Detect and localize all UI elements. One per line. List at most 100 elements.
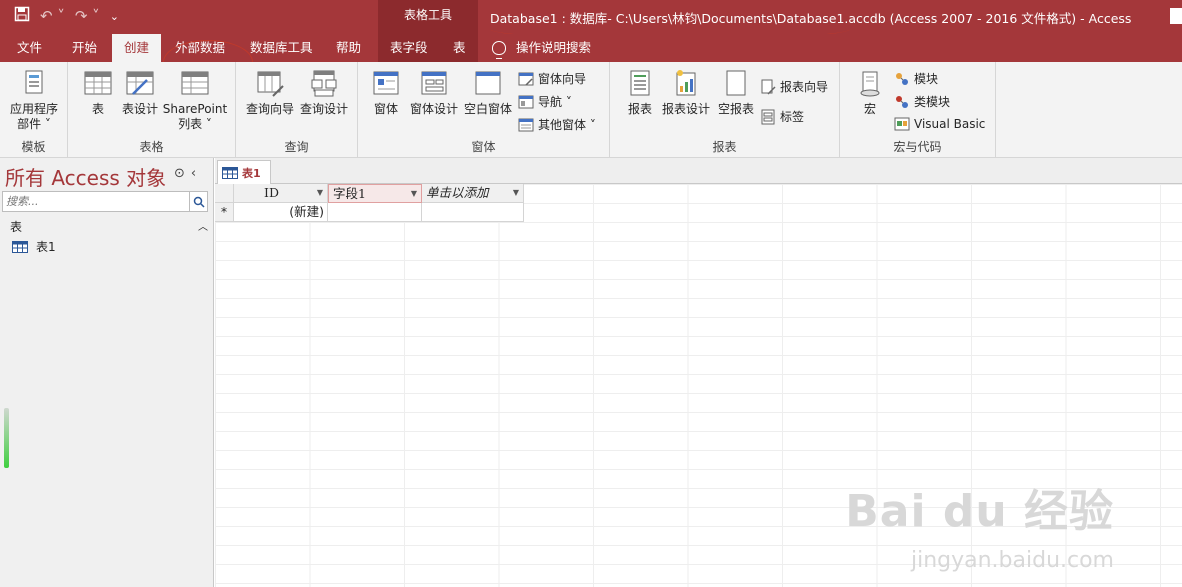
macro-scroll-icon [860,71,880,97]
quick-access-toolbar: ↶ ˅ ↷ ˅ ⌄ [14,6,119,26]
scroll-indicator [4,408,9,468]
query-wizard-icon [257,71,284,97]
table-button[interactable]: 表 [80,68,116,117]
tab-create[interactable]: 创建 [112,34,162,62]
report-label: 报表 [627,102,652,116]
table-design-label: 表设计 [121,102,158,116]
query-design-label: 查询设计 [299,102,348,116]
group-forms: 窗体 窗体设计 空白窗体 窗体向导 导航 ˅ 其他窗体 ˅ 窗体 [358,62,610,158]
blank-form-button[interactable]: 空白窗体 [462,68,514,117]
redo-icon[interactable]: ↷ ˅ [75,7,100,25]
report-wizard-button[interactable]: 报表向导 [760,78,828,95]
cell-click-to-add[interactable] [422,203,524,222]
blank-form-icon [475,71,501,95]
watermark: Bai du 经验 [845,486,1114,537]
nav-item-label: 表1 [36,240,56,254]
group-forms-label: 窗体 [471,140,496,154]
class-module-button[interactable]: 类模块 [894,93,950,110]
report-design-button[interactable]: 报表设计 [660,68,712,117]
form-icon [373,71,399,95]
more-forms-button[interactable]: 其他窗体 ˅ [518,116,596,133]
report-wizard-icon [761,79,776,95]
dropdown-arrow-icon[interactable]: ▼ [513,184,519,202]
new-row-marker[interactable]: * [215,203,234,222]
collapse-pane-icon[interactable]: ‹ [191,166,196,181]
column-header-field1[interactable]: 字段1 ▼ [328,184,422,203]
query-wizard-button[interactable]: 查询向导 [244,68,296,117]
tab-help[interactable]: 帮助 [324,34,373,62]
column-header-id[interactable]: ID ▼ [234,184,328,203]
document-area: 表1 ID ▼ 字段1 ▼ 单击以添加 ▼ * (新建) Bai du 经验 j… [215,158,1182,587]
more-forms-icon [518,118,534,131]
tab-file[interactable]: 文件 [5,34,54,62]
contextual-tools-label: 表格工具 [378,0,478,34]
group-queries: 查询向导 查询设计 查询 [236,62,358,158]
labels-label: 标签 [780,110,805,124]
blank-report-button[interactable]: 空报表 [714,68,758,117]
module-button[interactable]: 模块 [894,70,938,87]
cell-id-new[interactable]: (新建) [234,203,328,222]
form-design-icon [421,71,447,95]
undo-icon[interactable]: ↶ ˅ [40,7,65,25]
nav-pane-title[interactable]: 所有 Access 对象 [5,162,166,191]
nav-section-tables[interactable]: 表 ︿ [10,218,208,235]
class-module-label: 类模块 [914,95,951,109]
form-label: 窗体 [373,102,398,116]
table-icon [222,166,238,179]
window-control[interactable] [1170,8,1182,24]
sharepoint-lists-button[interactable]: SharePoint 列表 ˅ [162,68,228,132]
nav-menu-icon[interactable]: ⊙ [174,166,185,181]
dropdown-arrow-icon[interactable]: ▼ [411,185,417,203]
cell-field1[interactable] [328,203,422,222]
report-button[interactable]: 报表 [622,68,658,117]
blank-form-label: 空白窗体 [463,102,512,116]
application-parts-icon [25,70,43,94]
navigation-button[interactable]: 导航 ˅ [518,93,572,110]
customize-qat-icon[interactable]: ⌄ [110,10,119,23]
navigation-icon [518,95,534,108]
search-icon[interactable] [189,192,207,211]
form-wizard-button[interactable]: 窗体向导 [518,70,586,87]
group-macros-code-label: 宏与代码 [893,140,942,154]
class-module-icon [896,95,908,108]
table-row: * (新建) [215,203,524,222]
nav-item-table1[interactable]: 表1 [12,238,56,255]
report-wizard-label: 报表向导 [780,80,829,94]
watermark-url: jingyan.baidu.com [910,548,1114,573]
tab-home[interactable]: 开始 [60,34,109,62]
group-reports: 报表 报表设计 空报表 报表向导 标签 报表 [610,62,840,158]
chevron-up-icon[interactable]: ︿ [198,218,208,235]
row-selector-header[interactable] [215,184,234,203]
macro-button[interactable]: 宏 [852,68,888,117]
ribbon: 应用程序 部件 ˅ 模板 表 表设计 SharePoint 列表 ˅ 表格 查询… [0,62,1182,158]
group-templates-label: 模板 [21,140,46,154]
query-design-icon [311,70,337,97]
visual-basic-button[interactable]: Visual Basic [894,116,985,132]
form-design-button[interactable]: 窗体设计 [408,68,460,117]
tab-table-fields[interactable]: 表字段 [378,34,440,62]
lightbulb-icon [492,41,506,59]
nav-search-box [2,191,208,212]
tell-me-search[interactable]: 操作说明搜索 [492,34,591,62]
table-design-button[interactable]: 表设计 [120,68,160,117]
doc-tab-table1[interactable]: 表1 [217,160,271,184]
navigation-pane: 所有 Access 对象 ⊙ ‹ 表 ︿ 表1 [0,158,214,587]
nav-section-label: 表 [10,220,23,234]
dropdown-arrow-icon[interactable]: ▼ [317,184,323,202]
column-header-label: 字段1 [333,186,366,201]
column-header-click-to-add[interactable]: 单击以添加 ▼ [422,184,524,203]
document-tabs: 表1 [215,158,1182,184]
form-button[interactable]: 窗体 [368,68,404,117]
module-label: 模块 [914,72,939,86]
query-design-button[interactable]: 查询设计 [298,68,350,117]
visual-basic-label: Visual Basic [914,117,986,131]
nav-search-input[interactable] [3,192,189,211]
tab-table[interactable]: 表 [441,34,478,62]
labels-button[interactable]: 标签 [760,108,804,125]
application-parts-button[interactable]: 应用程序 部件 ˅ [6,68,62,132]
table-icon [12,240,28,253]
group-tables-label: 表格 [139,140,164,154]
macro-label: 宏 [863,102,876,116]
save-icon[interactable] [14,6,30,26]
table-label: 表 [91,102,104,116]
